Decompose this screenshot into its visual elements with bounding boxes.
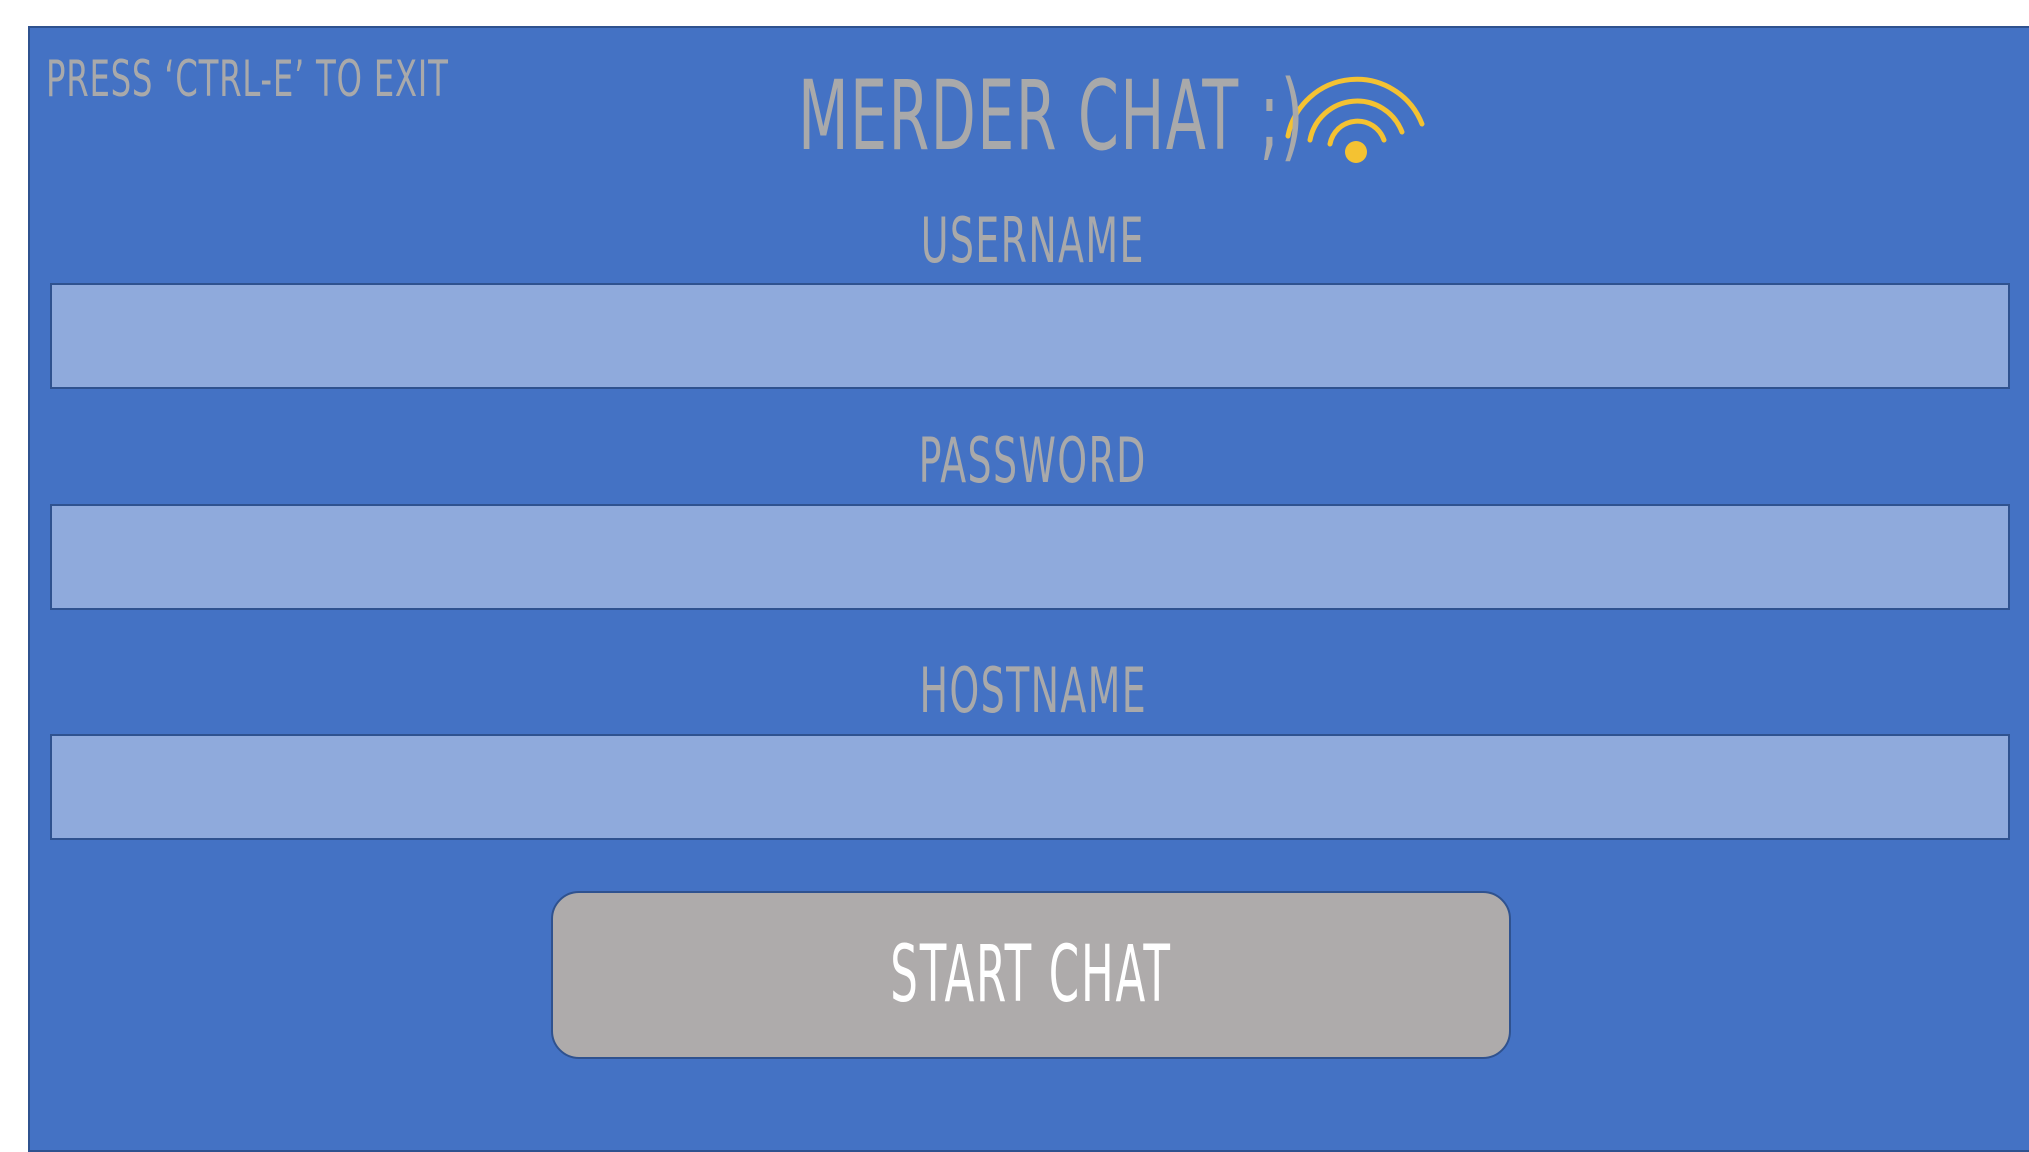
username-label: USERNAME <box>30 210 2029 272</box>
title-bar: MERDER CHAT ;) <box>798 56 1430 176</box>
app-title: MERDER CHAT ;) <box>798 60 1305 172</box>
password-field[interactable] <box>50 504 2010 610</box>
hostname-label-text: HOSTNAME <box>919 654 1147 727</box>
password-label-text: PASSWORD <box>918 424 1148 497</box>
login-panel: PRESS ‘CTRL-E’ TO EXIT MERDER CHAT ;) US… <box>28 26 2029 1152</box>
password-label: PASSWORD <box>30 430 2029 492</box>
exit-hint: PRESS ‘CTRL-E’ TO EXIT <box>46 50 449 108</box>
start-chat-label: START CHAT <box>890 930 1172 1020</box>
username-field[interactable] <box>50 283 2010 389</box>
hostname-label: HOSTNAME <box>30 660 2029 722</box>
hostname-field[interactable] <box>50 734 2010 840</box>
start-chat-button[interactable]: START CHAT <box>551 891 1511 1059</box>
username-label-text: USERNAME <box>920 204 1146 277</box>
